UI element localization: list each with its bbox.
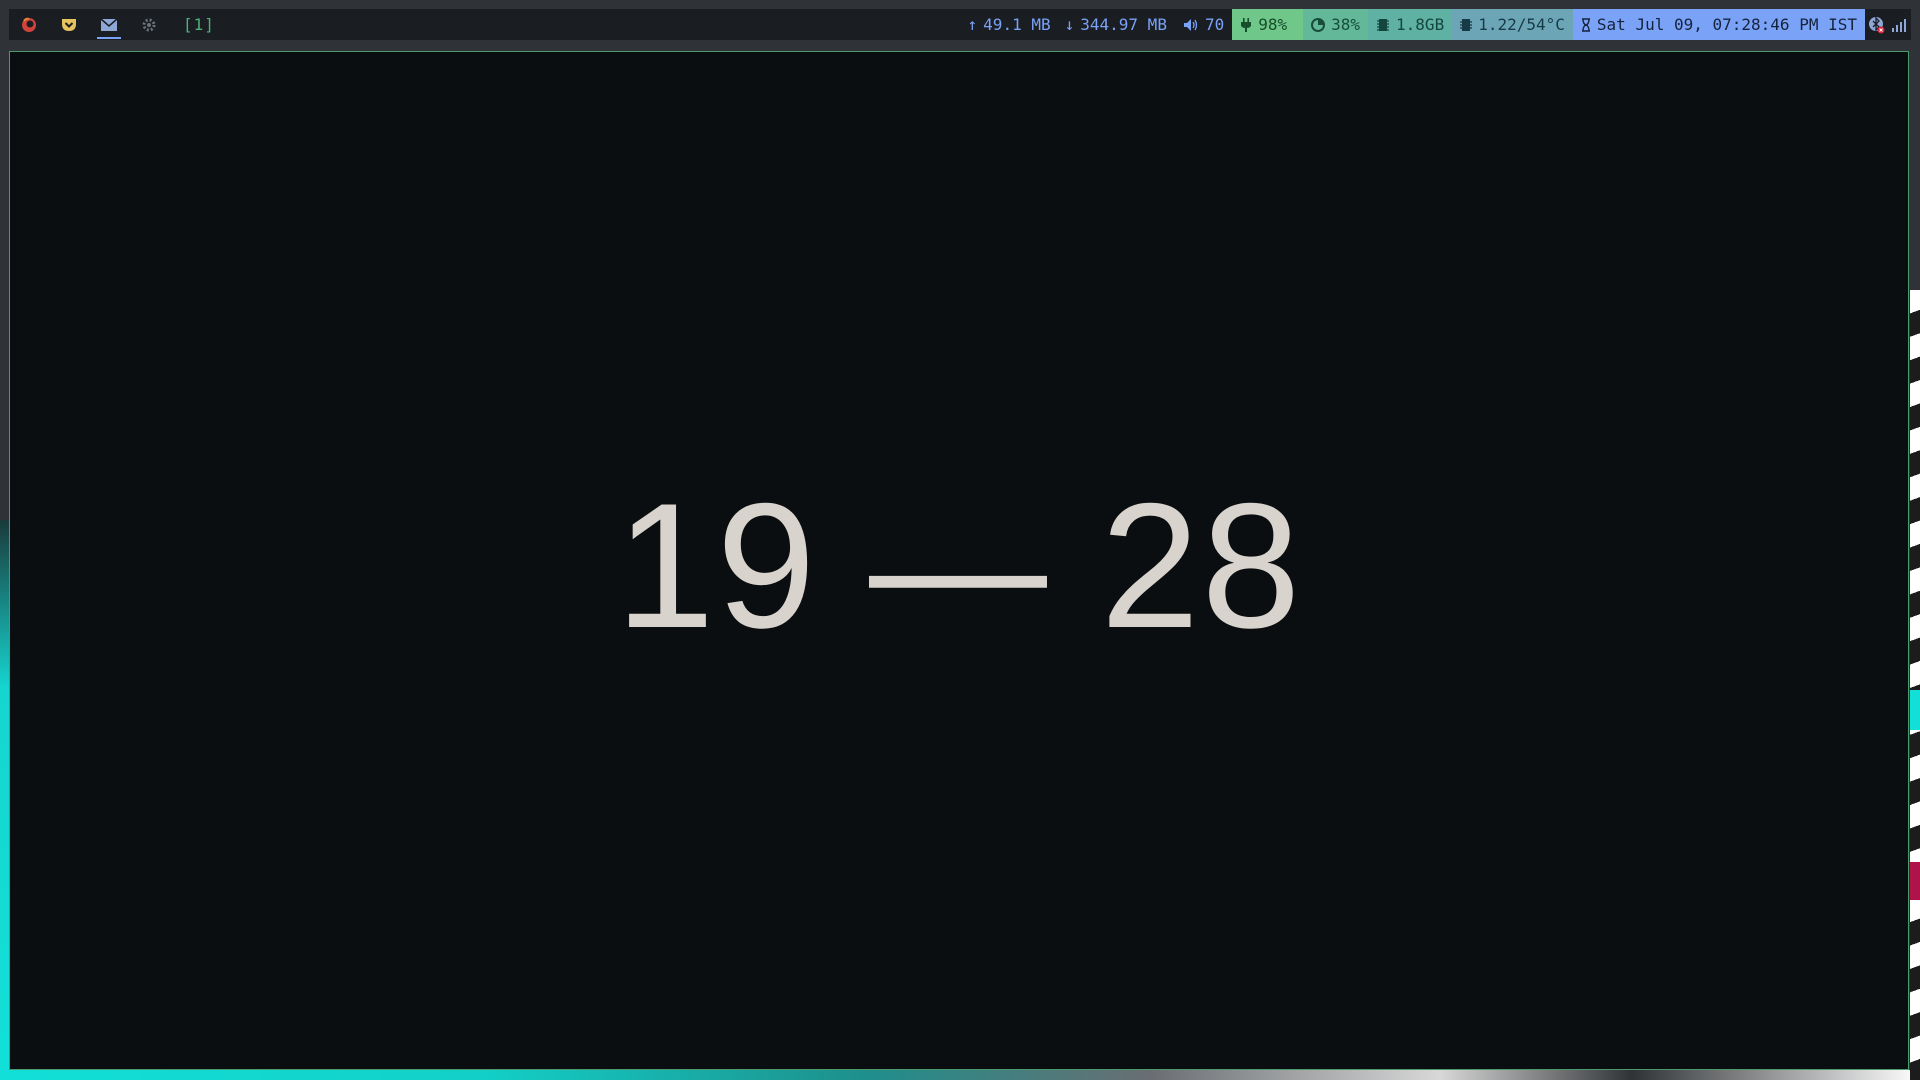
workspace-switcher: [1] bbox=[9, 9, 215, 40]
wallpaper-right-stripes bbox=[1910, 290, 1920, 1080]
wifi-signal-icon[interactable] bbox=[1891, 18, 1907, 32]
workspace-settings[interactable] bbox=[129, 9, 169, 40]
wallpaper-pink-accent bbox=[1910, 862, 1920, 900]
load-temp-value: 1.22/54°C bbox=[1478, 15, 1565, 34]
pocket-icon bbox=[62, 18, 76, 31]
battery-module: 98% bbox=[1232, 9, 1304, 40]
mail-icon bbox=[100, 17, 118, 31]
cpu-module: 38% bbox=[1303, 9, 1369, 40]
upload-value: 49.1 MB bbox=[983, 15, 1051, 34]
upload-arrow-icon: ↑ bbox=[967, 15, 978, 34]
memory-chip-icon bbox=[1377, 18, 1390, 31]
hourglass-icon bbox=[1581, 17, 1590, 32]
cpu-value: 38% bbox=[1331, 15, 1361, 34]
workspace-firefox[interactable] bbox=[9, 9, 49, 40]
status-modules: ↑ 49.1 MB ↓ 344.97 MB 70 98% 38% 1.8GB 1… bbox=[960, 9, 1911, 40]
speaker-icon bbox=[1183, 18, 1198, 31]
load-temp-module: 1.22/54°C bbox=[1452, 9, 1573, 40]
workspace-label: [1] bbox=[183, 15, 215, 34]
workspace-pocket[interactable] bbox=[49, 9, 89, 40]
memory-module: 1.8GB bbox=[1368, 9, 1453, 40]
terminal-window[interactable]: 19 — 28 bbox=[9, 51, 1909, 1070]
plug-icon bbox=[1241, 17, 1252, 32]
workspace-mail[interactable] bbox=[89, 9, 129, 40]
settings-icon bbox=[142, 18, 156, 31]
bluetooth-disabled-icon[interactable] bbox=[1869, 15, 1885, 34]
wallpaper-bottom-strip bbox=[0, 1070, 1920, 1080]
status-bar: [1] ↑ 49.1 MB ↓ 344.97 MB 70 98% 38% 1.8… bbox=[9, 9, 1911, 40]
big-number-display: 19 — 28 bbox=[615, 466, 1303, 665]
battery-value: 98% bbox=[1258, 15, 1288, 34]
firefox-icon bbox=[22, 17, 36, 32]
cpu-chip-icon bbox=[1460, 18, 1473, 31]
cpu-gauge-icon bbox=[1311, 17, 1326, 32]
memory-value: 1.8GB bbox=[1396, 15, 1445, 34]
wallpaper-teal-accent bbox=[1910, 690, 1920, 730]
clock-value: Sat Jul 09, 07:28:46 PM IST bbox=[1596, 15, 1857, 34]
download-value: 344.97 MB bbox=[1080, 15, 1167, 34]
volume-module[interactable]: 70 bbox=[1175, 9, 1232, 40]
clock-module[interactable]: Sat Jul 09, 07:28:46 PM IST bbox=[1572, 9, 1865, 40]
volume-value: 70 bbox=[1204, 15, 1225, 34]
network-module: ↑ 49.1 MB ↓ 344.97 MB bbox=[960, 9, 1175, 40]
system-tray bbox=[1865, 9, 1911, 40]
download-arrow-icon: ↓ bbox=[1064, 15, 1075, 34]
